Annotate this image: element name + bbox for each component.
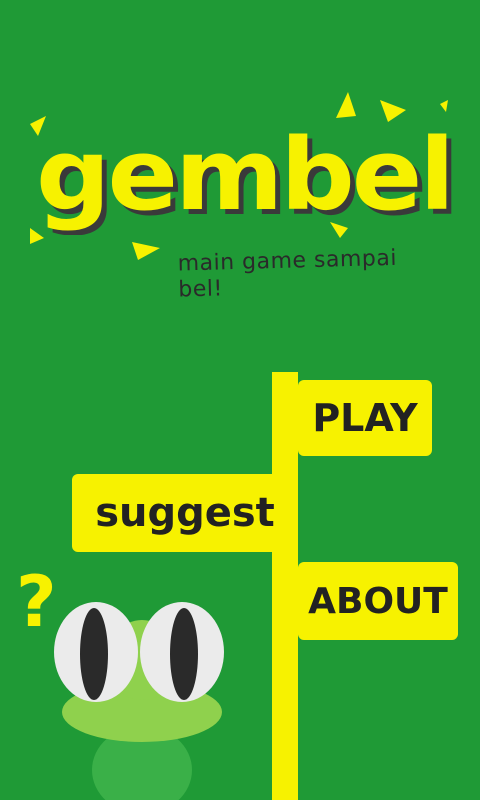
frog-head-top xyxy=(106,620,178,700)
main-menu-screen: gembel main game sampai bel! PLAY sugges… xyxy=(0,0,480,800)
triangle-sparkle-icon xyxy=(336,92,356,118)
game-logo: gembel xyxy=(36,117,455,233)
frog-head xyxy=(62,682,222,742)
triangle-sparkle-icon xyxy=(132,242,160,260)
about-button[interactable]: ABOUT xyxy=(298,562,458,640)
frog-body xyxy=(92,726,192,800)
frog-left-eye xyxy=(54,602,138,702)
game-tagline: main game sampai bel! xyxy=(177,245,398,303)
suggest-button[interactable]: suggest xyxy=(72,474,298,552)
triangle-sparkle-icon xyxy=(440,100,448,112)
question-mark-icon: ? xyxy=(16,561,57,643)
frog-right-eye xyxy=(140,602,224,702)
play-button[interactable]: PLAY xyxy=(298,380,432,456)
signpost-pole xyxy=(272,372,298,800)
